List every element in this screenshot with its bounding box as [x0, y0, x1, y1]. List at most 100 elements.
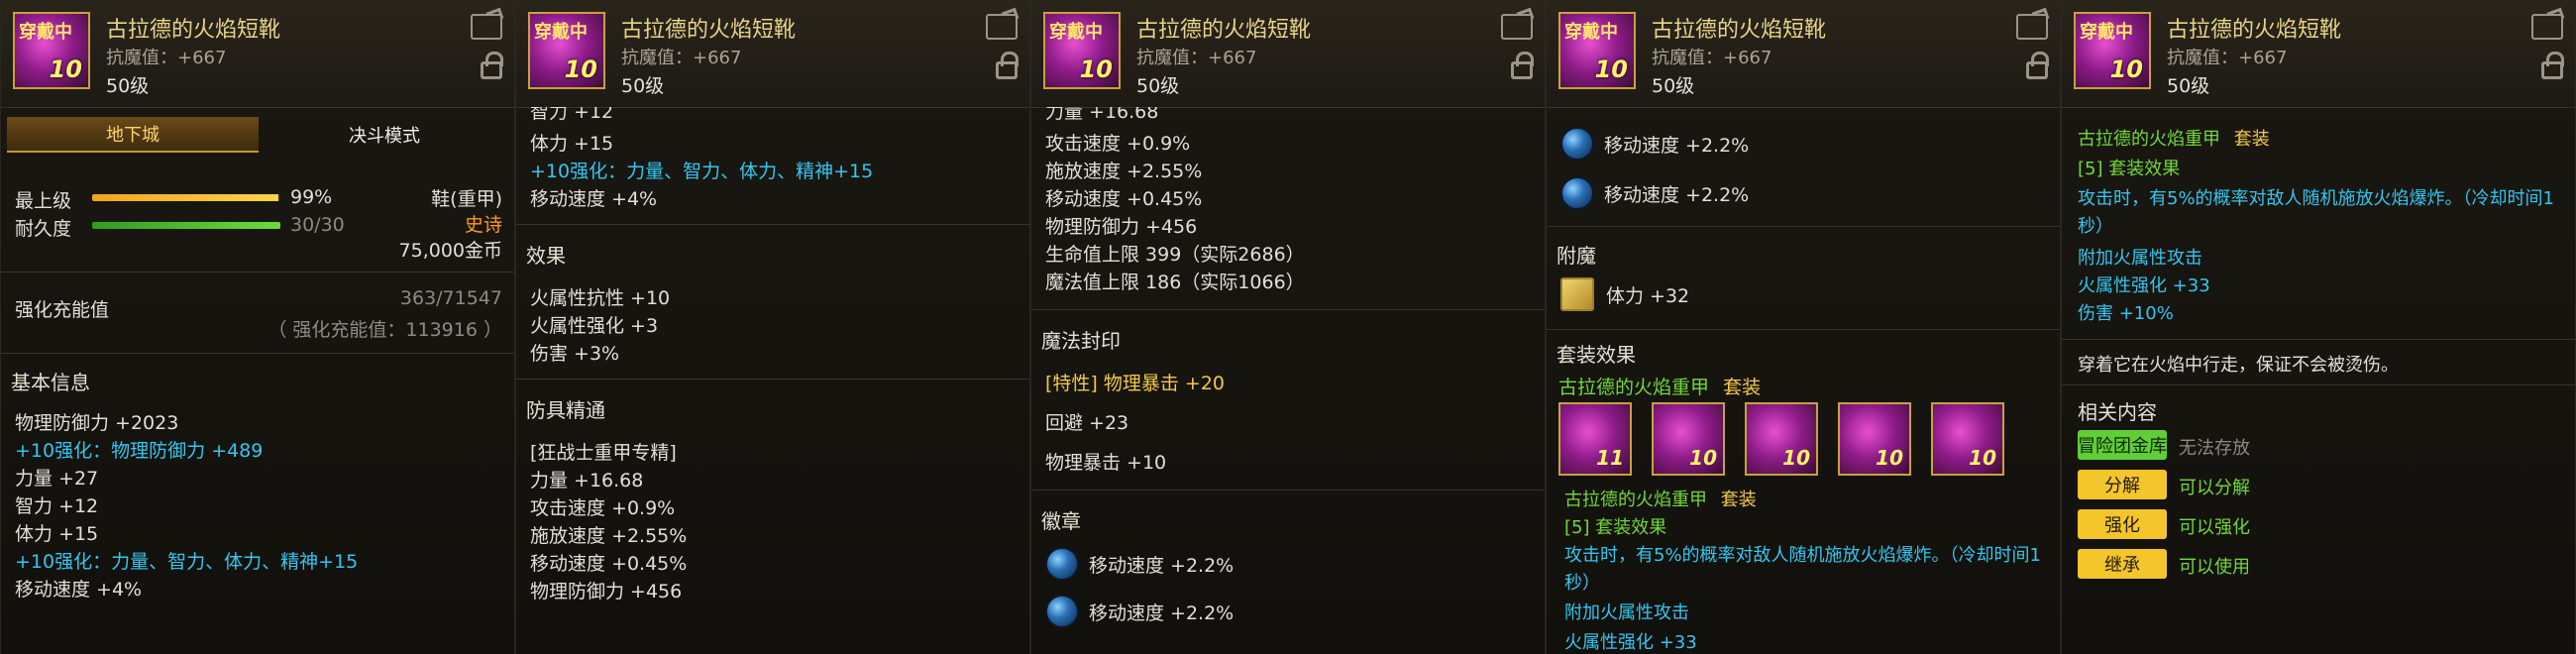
mastery-line: 攻击速度 +0.9%: [530, 497, 676, 519]
grade-label: 最上级: [15, 190, 72, 212]
lock-icon[interactable]: [481, 52, 503, 79]
tooltip-content: 智力 +12 体力 +15 +10强化：力量、智力、体力、精神+15 移动速度 …: [516, 107, 1029, 654]
set-item-icon[interactable]: 10: [1838, 402, 1911, 476]
item-resist: 抗魔值：+667: [2167, 48, 2288, 68]
disassemble-button[interactable]: 分解: [2078, 470, 2167, 499]
tooltip-content: 地下城 决斗模式 最上级 99% 耐久度 30/30 鞋(重甲) 史诗 75,0…: [1, 107, 514, 654]
tab-duel[interactable]: 决斗模式: [259, 117, 510, 153]
share-icon[interactable]: [2531, 14, 2563, 40]
damage-bonus: 伤害 +10%: [2078, 303, 2174, 324]
share-icon[interactable]: [471, 14, 502, 40]
section-enchant: 附魔: [1556, 244, 1596, 268]
storage-button[interactable]: 冒险团金库: [2078, 430, 2167, 460]
emblem-line: 移动速度 +2.2%: [1089, 555, 1234, 577]
enhance-button[interactable]: 强化: [2078, 509, 2167, 539]
emblem-orb-icon[interactable]: [1560, 176, 1594, 210]
mastery-line: 魔法值上限 186（实际1066）: [1045, 272, 1305, 293]
set-item-level: 10: [1782, 446, 1810, 470]
emblem-orb-icon[interactable]: [1045, 595, 1079, 628]
seal-line: [特性] 物理暴击 +20: [1045, 373, 1226, 394]
share-icon[interactable]: [2016, 14, 2048, 40]
set-bonus-title: [5] 套装效果: [2078, 159, 2181, 179]
set-bonus-text: 秒）: [2078, 216, 2113, 237]
set-name-text: 古拉德的火焰重甲: [2078, 129, 2220, 150]
tab-dungeon[interactable]: 地下城: [7, 117, 259, 153]
tooltip-panel-3: 穿戴中 10 古拉德的火焰短靴 抗魔值：+667 50级 力量 +16.68 攻…: [1030, 0, 1546, 654]
enhance-level: 10: [564, 55, 597, 83]
mastery-line: 生命值上限 399（实际2686）: [1045, 244, 1305, 266]
grade-bar-fill: [92, 194, 279, 201]
item-icon[interactable]: 穿戴中 10: [1043, 12, 1121, 89]
set-item-level: 10: [1689, 446, 1717, 470]
emblem-line: 移动速度 +2.2%: [1604, 135, 1750, 157]
lock-icon[interactable]: [1511, 52, 1534, 79]
set-name: 古拉德的火焰重甲 套装: [1558, 373, 1761, 399]
item-resist: 抗魔值：+667: [1652, 48, 1772, 68]
button-label: 强化: [2104, 515, 2140, 536]
item-icon[interactable]: 穿戴中 10: [13, 12, 90, 89]
item-resist: 抗魔值：+667: [106, 48, 227, 68]
stat-line: 体力 +15: [530, 133, 614, 155]
set-item-icon[interactable]: 10: [1745, 402, 1818, 476]
stat-line-partial: 智力 +12: [530, 107, 614, 123]
set-item-icon[interactable]: 11: [1558, 402, 1632, 476]
set-bonus-title: [5] 套装效果: [1564, 517, 1667, 538]
section-basic-info: 基本信息: [11, 371, 90, 394]
section-related: 相关内容: [2078, 400, 2157, 424]
item-header: 穿戴中 10 古拉德的火焰短靴 抗魔值：+667 50级: [1, 0, 514, 108]
item-price: 75,000金币: [398, 240, 502, 262]
set-bonus-text: 秒）: [1564, 573, 1600, 594]
button-label: 继承: [2104, 555, 2140, 576]
stat-line: 移动速度 +4%: [530, 188, 658, 210]
stat-line: +10强化：物理防御力 +489: [15, 440, 264, 462]
set-tag: 套装: [2233, 129, 2270, 150]
button-label: 分解: [2104, 476, 2140, 496]
mastery-line: 攻击速度 +0.9%: [1045, 133, 1191, 155]
item-name: 古拉德的火焰短靴: [621, 18, 797, 43]
item-level: 50级: [1652, 75, 1695, 97]
mastery-line-partial: 力量 +16.68: [1045, 107, 1159, 123]
item-name: 古拉德的火焰短靴: [106, 18, 281, 43]
enhance-level: 10: [2109, 55, 2143, 83]
divider: [1547, 329, 2060, 330]
mastery-line: 物理防御力 +456: [1045, 216, 1198, 238]
equipped-badge: 穿戴中: [1049, 22, 1103, 43]
stat-line: 移动速度 +4%: [15, 579, 143, 600]
share-icon[interactable]: [986, 14, 1018, 40]
set-bonus-text: 攻击时，有5%的概率对敌人随机施放火焰爆炸。（冷却时间1: [2078, 188, 2555, 209]
lock-icon[interactable]: [2541, 52, 2564, 79]
durability-bar-fill: [92, 222, 280, 229]
tooltip-panel-2: 穿戴中 10 古拉德的火焰短靴 抗魔值：+667 50级 智力 +12 体力 +…: [515, 0, 1030, 654]
item-icon[interactable]: 穿戴中 10: [1558, 12, 1636, 89]
divider: [1547, 226, 2060, 227]
equipped-badge: 穿戴中: [19, 22, 72, 43]
enchant-card-icon[interactable]: [1560, 277, 1594, 311]
set-extra: 附加火属性攻击: [2078, 248, 2202, 269]
lock-icon[interactable]: [2026, 52, 2049, 79]
set-tag: 套装: [1723, 377, 1762, 398]
tooltip-panel-1: 穿戴中 10 古拉德的火焰短靴 抗魔值：+667 50级 地下城 决斗模式 最上…: [0, 0, 515, 654]
item-header: 穿戴中 10 古拉德的火焰短靴 抗魔值：+667 50级: [1031, 0, 1545, 108]
set-name-text: 古拉德的火焰重甲: [1564, 490, 1707, 510]
share-icon[interactable]: [1501, 14, 1533, 40]
item-rarity: 史诗: [464, 214, 502, 236]
charge-note: （ 强化充能值：113916 ）: [268, 319, 502, 341]
emblem-orb-icon[interactable]: [1045, 547, 1079, 581]
set-item-icon[interactable]: 10: [1652, 402, 1725, 476]
fire-boost: 火属性强化 +33: [2078, 275, 2210, 296]
inherit-status: 可以使用: [2179, 557, 2250, 578]
lock-icon[interactable]: [996, 52, 1019, 79]
inherit-button[interactable]: 继承: [2078, 549, 2167, 579]
item-icon[interactable]: 穿戴中 10: [2074, 12, 2151, 89]
item-header: 穿戴中 10 古拉德的火焰短靴 抗魔值：+667 50级: [516, 0, 1029, 108]
divider: [1031, 309, 1545, 310]
set-item-icon[interactable]: 10: [1931, 402, 2004, 476]
item-resist: 抗魔值：+667: [1136, 48, 1257, 68]
enhance-level: 10: [1594, 55, 1628, 83]
mastery-line: 移动速度 +0.45%: [530, 553, 688, 575]
emblem-orb-icon[interactable]: [1560, 127, 1594, 161]
enhance-level: 10: [49, 55, 82, 83]
item-name: 古拉德的火焰短靴: [1652, 18, 1827, 43]
item-icon[interactable]: 穿戴中 10: [528, 12, 605, 89]
storage-status: 无法存放: [2179, 438, 2250, 459]
